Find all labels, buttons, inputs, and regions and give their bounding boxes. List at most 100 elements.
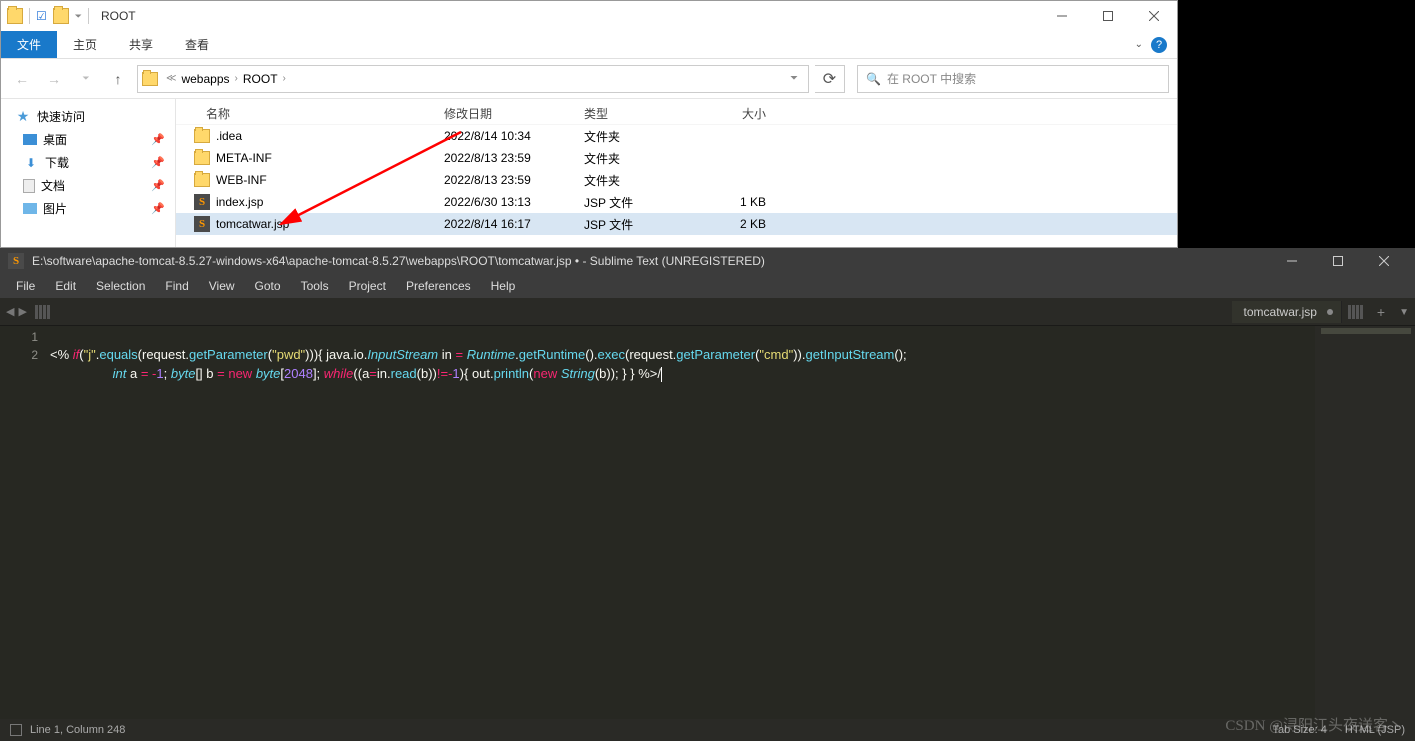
minimize-button[interactable] <box>1039 1 1085 31</box>
sidebar-quick-access[interactable]: ★ 快速访问 <box>1 105 175 128</box>
qat-overflow-icon[interactable]: ⏷ <box>75 11 82 22</box>
minimize-button[interactable] <box>1269 248 1315 274</box>
file-icon <box>194 216 210 232</box>
ribbon-tab-home[interactable]: 主页 <box>57 31 113 58</box>
sublime-menu: FileEditSelectionFindViewGotoToolsProjec… <box>0 274 1415 298</box>
file-date: 2022/8/14 10:34 <box>436 129 576 143</box>
refresh-button[interactable]: ⟳ <box>815 65 845 93</box>
file-type: 文件夹 <box>576 128 696 145</box>
menu-item[interactable]: Selection <box>86 276 155 296</box>
file-size: 2 KB <box>696 217 766 231</box>
close-button[interactable] <box>1131 1 1177 31</box>
col-size[interactable]: 大小 <box>696 105 766 124</box>
sidebar-documents[interactable]: 文档 📌 <box>1 174 175 197</box>
sidebar-downloads[interactable]: ⬇ 下载 📌 <box>1 151 175 174</box>
pin-icon: 📌 <box>151 133 165 146</box>
sublime-title: E:\software\apache-tomcat-8.5.27-windows… <box>32 254 765 268</box>
window-title: ROOT <box>101 9 136 23</box>
file-list: 名称 修改日期 类型 大小 .idea2022/8/14 10:34文件夹MET… <box>176 99 1177 247</box>
nav-up-button[interactable]: ↑ <box>105 66 131 92</box>
menu-item[interactable]: Tools <box>291 276 339 296</box>
status-box-icon[interactable] <box>10 724 22 736</box>
file-date: 2022/8/14 16:17 <box>436 217 576 231</box>
sublime-toolbar: ◀ ▶ tomcatwar.jsp + ▼ <box>0 298 1415 326</box>
download-icon: ⬇ <box>23 155 39 171</box>
maximize-button[interactable] <box>1085 1 1131 31</box>
menu-item[interactable]: Preferences <box>396 276 481 296</box>
breadcrumb-bar[interactable]: ≪ webapps › ROOT › ⏷ <box>137 65 809 93</box>
ribbon: 文件 主页 共享 查看 ⌄ ? <box>1 31 1177 59</box>
layout-icons[interactable] <box>35 305 50 319</box>
line-number: 2 <box>0 346 38 364</box>
file-type: 文件夹 <box>576 150 696 167</box>
menu-item[interactable]: Find <box>155 276 198 296</box>
new-tab-button[interactable]: + <box>1369 304 1393 320</box>
breadcrumb-segment[interactable]: ROOT <box>240 72 281 86</box>
desktop-icon <box>23 134 37 145</box>
col-name[interactable]: 名称 <box>176 105 436 124</box>
folder-icon <box>194 129 210 143</box>
editor-area[interactable]: 12 <% if("j".equals(request.getParameter… <box>0 326 1415 719</box>
help-icon[interactable]: ? <box>1151 37 1167 53</box>
sidebar-pictures[interactable]: 图片 📌 <box>1 197 175 220</box>
ribbon-tab-view[interactable]: 查看 <box>169 31 225 58</box>
file-row[interactable]: tomcatwar.jsp2022/8/14 16:17JSP 文件2 KB <box>176 213 1177 235</box>
sublime-icon <box>8 253 24 269</box>
sidebar-label: 图片 <box>43 200 67 217</box>
file-type: JSP 文件 <box>576 194 696 211</box>
minimap[interactable] <box>1315 326 1415 719</box>
nav-back-icon[interactable]: ◀ <box>6 305 14 318</box>
status-language[interactable]: HTML (JSP) <box>1345 724 1405 736</box>
explorer-titlebar[interactable]: ☑ ⏷ ROOT <box>1 1 1177 31</box>
folder-icon[interactable] <box>53 8 69 24</box>
pin-icon: 📌 <box>151 202 165 215</box>
sidebar-label: 下载 <box>45 154 69 171</box>
menu-item[interactable]: File <box>6 276 45 296</box>
tab-dropdown-icon[interactable]: ▼ <box>1393 307 1415 318</box>
menu-item[interactable]: Goto <box>245 276 291 296</box>
file-row[interactable]: index.jsp2022/6/30 13:13JSP 文件1 KB <box>176 191 1177 213</box>
editor-tab[interactable]: tomcatwar.jsp <box>1232 301 1342 323</box>
status-position[interactable]: Line 1, Column 248 <box>30 724 125 736</box>
menu-item[interactable]: View <box>199 276 245 296</box>
search-input[interactable]: 🔍 在 ROOT 中搜索 <box>857 65 1169 93</box>
window-controls <box>1039 1 1177 31</box>
close-button[interactable] <box>1361 248 1407 274</box>
col-type[interactable]: 类型 <box>576 105 696 124</box>
ribbon-tab-share[interactable]: 共享 <box>113 31 169 58</box>
menu-item[interactable]: Help <box>481 276 526 296</box>
ribbon-tab-file[interactable]: 文件 <box>1 31 57 58</box>
status-tab-size[interactable]: Tab Size: 4 <box>1272 724 1326 736</box>
explorer-window: ☑ ⏷ ROOT 文件 主页 共享 查看 ⌄ ? ← → ⏷ ↑ ≪ webap… <box>0 0 1178 248</box>
quick-access-toolbar: ☑ ⏷ <box>7 8 89 24</box>
file-row[interactable]: WEB-INF2022/8/13 23:59文件夹 <box>176 169 1177 191</box>
qat-checkbox-icon[interactable]: ☑ <box>36 9 47 23</box>
breadcrumb-segment[interactable]: webapps <box>178 72 232 86</box>
file-size: 1 KB <box>696 195 766 209</box>
file-date: 2022/8/13 23:59 <box>436 173 576 187</box>
breadcrumb-dropdown-icon[interactable]: ⏷ <box>784 73 804 84</box>
nav-recent-icon[interactable]: ⏷ <box>73 66 99 92</box>
folder-icon <box>142 72 158 86</box>
col-date[interactable]: 修改日期 <box>436 105 576 124</box>
folder-icon <box>194 173 210 187</box>
nav-forward-button[interactable]: → <box>41 66 67 92</box>
maximize-button[interactable] <box>1315 248 1361 274</box>
file-row[interactable]: META-INF2022/8/13 23:59文件夹 <box>176 147 1177 169</box>
line-number: 1 <box>0 328 38 346</box>
file-date: 2022/8/13 23:59 <box>436 151 576 165</box>
menu-item[interactable]: Edit <box>45 276 86 296</box>
folder-icon[interactable] <box>7 8 23 24</box>
tab-label: tomcatwar.jsp <box>1244 305 1317 319</box>
sidebar-desktop[interactable]: 桌面 📌 <box>1 128 175 151</box>
sublime-titlebar[interactable]: E:\software\apache-tomcat-8.5.27-windows… <box>0 248 1415 274</box>
column-headers[interactable]: 名称 修改日期 类型 大小 <box>176 99 1177 125</box>
nav-back-button[interactable]: ← <box>9 66 35 92</box>
menu-item[interactable]: Project <box>339 276 396 296</box>
file-row[interactable]: .idea2022/8/14 10:34文件夹 <box>176 125 1177 147</box>
code-content[interactable]: <% if("j".equals(request.getParameter("p… <box>50 326 1315 719</box>
ribbon-collapse-icon[interactable]: ⌄ <box>1135 39 1143 50</box>
nav-forward-icon[interactable]: ▶ <box>18 305 26 318</box>
pin-icon: 📌 <box>151 179 165 192</box>
layout-icons[interactable] <box>1348 305 1363 319</box>
